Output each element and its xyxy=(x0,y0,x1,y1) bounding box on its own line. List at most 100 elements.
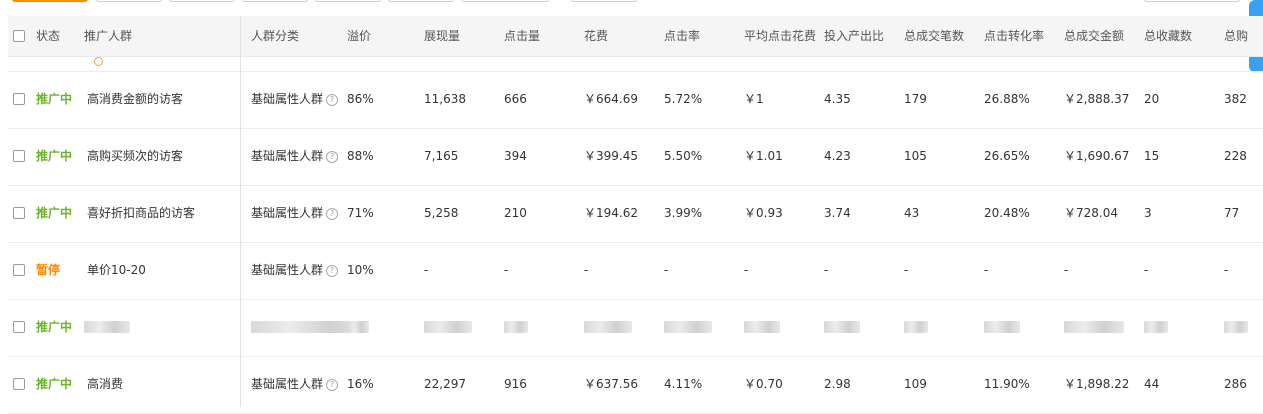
redacted-favorites xyxy=(1144,321,1168,333)
cell-premium: 86% xyxy=(347,92,374,106)
header-ctr[interactable]: 点击率 xyxy=(664,16,700,56)
table-row: 推广中 高消费金额的访客 基础属性人群? 86% 11,638 666 ￥664.69 5.7… xyxy=(8,71,1263,129)
toolbar-button-3[interactable] xyxy=(242,0,308,2)
cell-ctr: - xyxy=(664,263,669,277)
header-category[interactable]: 人群分类 xyxy=(251,16,299,56)
cell-orders: - xyxy=(904,263,909,277)
category-label: 基础属性人群 xyxy=(251,263,324,277)
cell-spend: ￥664.69 xyxy=(584,92,638,106)
header-impressions[interactable]: 展现量 xyxy=(424,16,460,56)
header-cart[interactable]: 总购 xyxy=(1224,16,1248,56)
redacted-ctr xyxy=(664,321,712,333)
category-label: 基础属性人群 xyxy=(251,149,324,163)
cell-roi: 4.35 xyxy=(824,92,851,106)
cell-cvr: 20.48% xyxy=(984,206,1030,220)
toolbar-button-6[interactable] xyxy=(461,0,549,2)
header-gmv[interactable]: 总成交金额 xyxy=(1064,16,1124,56)
header-premium[interactable]: 溢价 xyxy=(347,16,371,56)
toolbar-button-5[interactable] xyxy=(388,0,454,2)
redacted-impressions xyxy=(424,321,472,333)
cell-spend: - xyxy=(584,263,589,277)
category-label: 基础属性人群 xyxy=(251,377,324,391)
cell-avg-cpc: ￥0.70 xyxy=(744,377,783,391)
cell-cvr: 26.65% xyxy=(984,149,1030,163)
redacted-cart xyxy=(1224,321,1248,333)
header-crowd[interactable]: 推广人群 xyxy=(84,16,132,56)
redacted-crowd-name xyxy=(84,321,130,333)
toolbar-button-4[interactable] xyxy=(315,0,381,2)
cell-spend: ￥194.62 xyxy=(584,206,638,220)
header-spend[interactable]: 花费 xyxy=(584,16,608,56)
redacted-premium xyxy=(347,321,369,333)
header-cvr[interactable]: 点击转化率 xyxy=(984,16,1044,56)
table-row: 暂停 单价10-20 基础属性人群? 10% - - - - - - - - - - - xyxy=(8,242,1263,300)
help-icon[interactable]: ? xyxy=(326,151,339,163)
header-roi[interactable]: 投入产出比 xyxy=(824,16,884,56)
header-favorites[interactable]: 总收藏数 xyxy=(1144,16,1192,56)
cell-roi: 3.74 xyxy=(824,206,851,220)
crowd-category: 基础属性人群? xyxy=(251,242,339,299)
cell-gmv: ￥2,888.37 xyxy=(1064,92,1130,106)
cell-favorites: 15 xyxy=(1144,149,1160,163)
crowd-category: 基础属性人群? xyxy=(251,71,339,128)
cell-avg-cpc: ￥0.93 xyxy=(744,206,783,220)
cell-cart: 228 xyxy=(1224,149,1247,163)
frozen-column-divider xyxy=(240,16,241,407)
cell-ctr: 4.11% xyxy=(664,377,703,391)
toolbar-button-right[interactable] xyxy=(1144,0,1240,2)
cell-orders: 109 xyxy=(904,377,927,391)
status-label: 推广中 xyxy=(36,149,73,163)
row-checkbox[interactable] xyxy=(13,150,25,162)
cell-cvr: 11.90% xyxy=(984,377,1030,391)
cell-ctr: 5.72% xyxy=(664,92,703,106)
cell-gmv: ￥1,898.22 xyxy=(1064,377,1130,391)
row-checkbox[interactable] xyxy=(13,93,25,105)
cell-ctr: 3.99% xyxy=(664,206,703,220)
header-avg-cpc[interactable]: 平均点击花费 xyxy=(744,16,816,56)
warning-icon xyxy=(94,57,103,66)
cell-avg-cpc: ￥1.01 xyxy=(744,149,783,163)
cell-orders: 105 xyxy=(904,149,927,163)
cell-cvr: 26.88% xyxy=(984,92,1030,106)
cell-roi: - xyxy=(824,263,829,277)
redacted-avg-cpc xyxy=(744,321,780,333)
header-clicks[interactable]: 点击量 xyxy=(504,16,540,56)
partial-row xyxy=(8,57,1263,72)
status-label: 推广中 xyxy=(36,320,73,334)
help-icon[interactable]: ? xyxy=(326,208,339,220)
toolbar-button-7[interactable] xyxy=(571,0,637,2)
redacted-roi xyxy=(824,321,860,333)
table-row: 推广中 高消费 基础属性人群? 16% 22,297 916 ￥637.56 4.11% ￥0.… xyxy=(8,356,1263,414)
redacted-gmv xyxy=(1064,321,1124,333)
row-checkbox[interactable] xyxy=(13,264,25,276)
row-checkbox[interactable] xyxy=(13,321,25,333)
cell-favorites: - xyxy=(1144,263,1149,277)
header-orders[interactable]: 总成交笔数 xyxy=(904,16,964,56)
redacted-clicks xyxy=(504,321,528,333)
cell-impressions: 11,638 xyxy=(424,92,466,106)
toolbar-button-1[interactable] xyxy=(96,0,162,2)
cell-premium: 10% xyxy=(347,263,374,277)
crowd-name: 单价10-20 xyxy=(87,263,146,277)
redacted-spend xyxy=(584,321,632,333)
header-status[interactable]: 状态 xyxy=(36,16,60,56)
status-label: 推广中 xyxy=(36,206,73,220)
row-checkbox[interactable] xyxy=(13,378,25,390)
status-label: 推广中 xyxy=(36,92,73,106)
redacted-cvr xyxy=(984,321,1020,333)
toolbar-button-2[interactable] xyxy=(169,0,235,2)
help-icon[interactable]: ? xyxy=(326,265,339,277)
cell-spend: ￥637.56 xyxy=(584,377,638,391)
help-icon[interactable]: ? xyxy=(326,379,339,391)
cell-orders: 179 xyxy=(904,92,927,106)
select-all-checkbox[interactable] xyxy=(13,30,25,42)
row-checkbox[interactable] xyxy=(13,207,25,219)
crowd-name: 高消费 xyxy=(87,377,124,391)
toolbar-primary-button[interactable] xyxy=(12,0,88,2)
cell-favorites: 20 xyxy=(1144,92,1160,106)
help-icon[interactable]: ? xyxy=(326,94,339,106)
cell-clicks: 210 xyxy=(504,206,527,220)
cell-avg-cpc: - xyxy=(744,263,749,277)
cell-impressions: - xyxy=(424,263,429,277)
status-label: 推广中 xyxy=(36,377,73,391)
